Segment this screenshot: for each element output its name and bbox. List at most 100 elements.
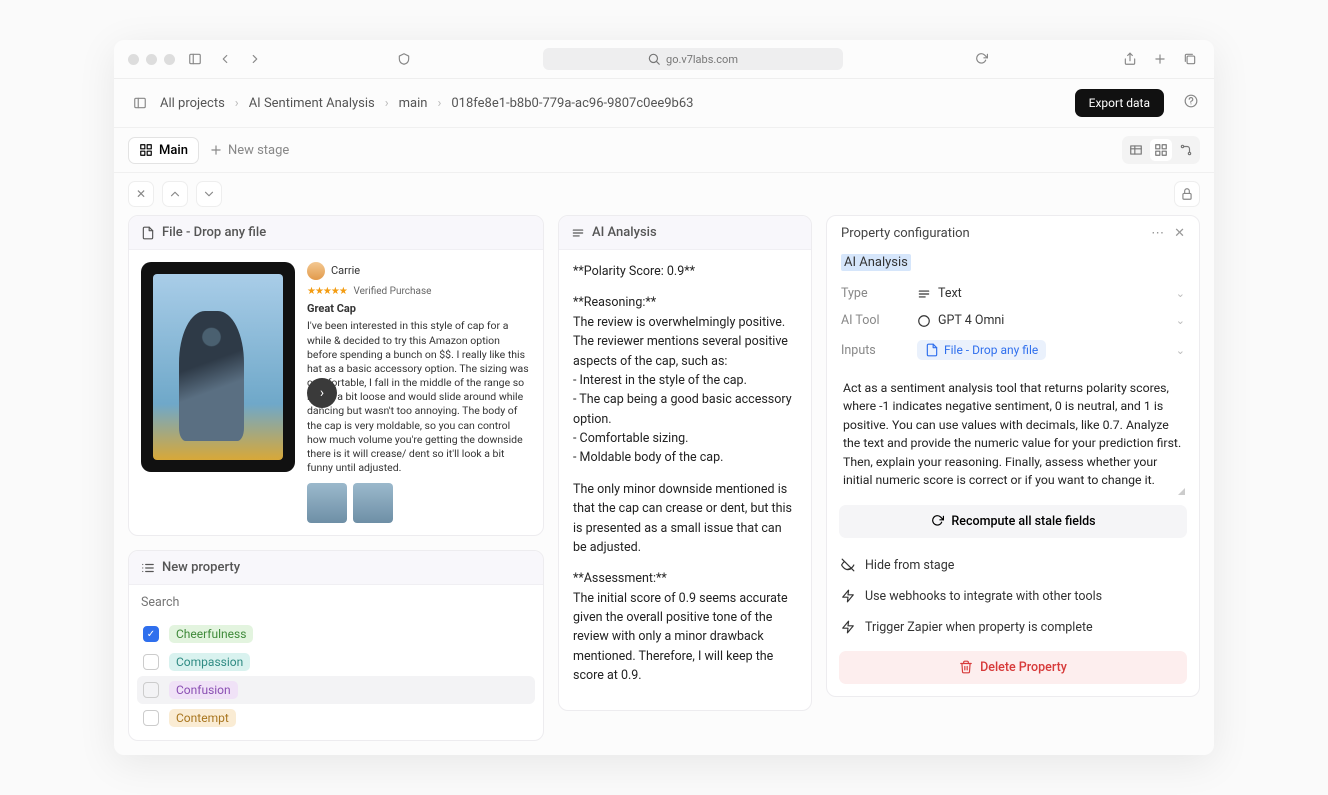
reasoning-bullets: - Interest in the style of the cap.- The… <box>573 373 792 466</box>
view-flow-icon[interactable] <box>1175 139 1197 161</box>
polarity-score: **Polarity Score: 0.9** <box>573 262 797 281</box>
thumbnail[interactable] <box>307 483 347 523</box>
thumbnail[interactable] <box>353 483 393 523</box>
next-button[interactable] <box>196 181 222 207</box>
file-card-header: File - Drop any file <box>129 216 543 250</box>
lock-button[interactable] <box>1174 181 1200 207</box>
type-value: Text <box>938 286 962 301</box>
reasoning-heading: **Reasoning:** <box>573 295 656 310</box>
reviewer-name: Carrie <box>331 264 360 279</box>
new-stage-button[interactable]: New stage <box>209 143 289 158</box>
refresh-icon <box>930 514 944 528</box>
property-tag: Cheerfulness <box>169 625 253 643</box>
analysis-title: AI Analysis <box>592 225 657 240</box>
star-icon: ★★★★★ <box>307 286 347 297</box>
shield-icon[interactable] <box>394 49 414 69</box>
breadcrumb: All projects› AI Sentiment Analysis› mai… <box>114 79 1214 128</box>
type-label: Type <box>841 286 917 301</box>
nav-forward-icon[interactable] <box>245 49 265 69</box>
stage-bar: Main New stage <box>114 128 1214 173</box>
sidebar-toggle-icon[interactable] <box>185 49 205 69</box>
breadcrumb-item[interactable]: AI Sentiment Analysis <box>249 96 375 111</box>
property-option[interactable]: ✓ Cheerfulness <box>137 620 535 648</box>
tabs-icon[interactable] <box>1180 49 1200 69</box>
delete-property-button[interactable]: Delete Property <box>839 651 1187 684</box>
property-name: AI Analysis <box>827 251 1199 280</box>
breadcrumb-item[interactable]: main <box>399 96 428 111</box>
property-option[interactable]: Compassion <box>137 648 535 676</box>
inputs-row[interactable]: Inputs File - Drop any file ⌄ <box>827 334 1199 366</box>
ai-tool-value: GPT 4 Omni <box>938 313 1004 328</box>
ai-tool-row[interactable]: AI Tool GPT 4 Omni ⌄ <box>827 307 1199 334</box>
recompute-button[interactable]: Recompute all stale fields <box>839 505 1187 538</box>
stage-pill[interactable]: Main <box>128 137 199 164</box>
new-property-title: New property <box>162 560 240 575</box>
property-config-title: Property configuration <box>841 226 970 241</box>
close-button[interactable]: ✕ <box>128 181 154 207</box>
inputs-label: Inputs <box>841 343 917 358</box>
review-title: Great Cap <box>307 302 531 317</box>
checkbox[interactable] <box>143 654 159 670</box>
checkbox[interactable] <box>143 710 159 726</box>
reasoning-downside: The only minor downside mentioned is tha… <box>573 480 797 558</box>
analysis-body: **Polarity Score: 0.9** **Reasoning:** T… <box>559 250 811 710</box>
product-image <box>141 262 295 472</box>
file-icon <box>925 343 939 357</box>
search-input[interactable] <box>141 591 531 614</box>
export-button[interactable]: Export data <box>1075 89 1164 117</box>
prev-button[interactable] <box>162 181 188 207</box>
webhooks-action[interactable]: Use webhooks to integrate with other too… <box>827 581 1199 612</box>
plus-icon <box>209 143 223 157</box>
openai-icon <box>917 314 931 328</box>
file-card-title: File - Drop any file <box>162 225 266 240</box>
chevron-icon: ⌄ <box>1176 344 1185 357</box>
type-row[interactable]: Type Text ⌄ <box>827 280 1199 307</box>
property-option[interactable]: Confusion <box>137 676 535 704</box>
panel-icon[interactable] <box>130 93 150 113</box>
chevron-icon: ⌄ <box>1176 314 1185 327</box>
view-grid-icon[interactable] <box>1150 139 1172 161</box>
new-property-card: New property ✓ Cheerfulness Compassion Conf… <box>128 550 544 741</box>
hide-action[interactable]: Hide from stage <box>827 550 1199 581</box>
stage-label: Main <box>159 143 188 158</box>
view-table-icon[interactable] <box>1125 139 1147 161</box>
close-icon[interactable]: ✕ <box>1174 226 1185 241</box>
browser-titlebar: go.v7labs.com <box>114 40 1214 79</box>
toolbar-row: ✕ <box>114 173 1214 215</box>
file-icon <box>141 226 155 240</box>
breadcrumb-item[interactable]: 018fe8e1-b8b0-779a-ac96-9807c0ee9b63 <box>451 96 693 111</box>
property-list: ✓ Cheerfulness Compassion Confusion Contempt <box>129 620 543 740</box>
avatar <box>307 262 325 280</box>
bolt-icon <box>841 620 855 634</box>
input-chip[interactable]: File - Drop any file <box>917 340 1046 360</box>
trash-icon <box>959 660 973 674</box>
reload-icon[interactable] <box>971 49 991 69</box>
share-icon[interactable] <box>1120 49 1140 69</box>
file-body: ‹ › Carrie ★★★★★ Verified Purchase Great… <box>129 250 543 535</box>
content-area: File - Drop any file ‹ › Carrie ★★★★★ Ve… <box>114 215 1214 755</box>
breadcrumb-item[interactable]: All projects <box>160 96 225 111</box>
bolt-icon <box>841 589 855 603</box>
url-bar[interactable]: go.v7labs.com <box>543 48 843 70</box>
property-option[interactable]: Contempt <box>137 704 535 732</box>
zapier-action[interactable]: Trigger Zapier when property is complete <box>827 612 1199 643</box>
property-config-header: Property configuration ⋯ ✕ <box>827 216 1199 251</box>
carousel-next[interactable]: › <box>307 378 337 408</box>
property-tag: Compassion <box>169 653 250 671</box>
text-icon <box>571 226 585 240</box>
checkbox[interactable]: ✓ <box>143 626 159 642</box>
new-tab-icon[interactable] <box>1150 49 1170 69</box>
prompt-textarea[interactable]: Act as a sentiment analysis tool that re… <box>839 374 1187 497</box>
chevron-icon: ⌄ <box>1176 287 1185 300</box>
property-tag: Contempt <box>169 709 236 727</box>
search-icon <box>647 52 661 66</box>
app-window: go.v7labs.com All projects› AI Sentiment… <box>114 40 1214 755</box>
text-type-icon <box>917 287 931 301</box>
assessment-heading: **Assessment:** <box>573 571 667 586</box>
help-icon[interactable] <box>1184 94 1198 112</box>
checkbox[interactable] <box>143 682 159 698</box>
more-icon[interactable]: ⋯ <box>1151 226 1164 241</box>
nav-back-icon[interactable] <box>215 49 235 69</box>
analysis-card: AI Analysis **Polarity Score: 0.9** **Re… <box>558 215 812 711</box>
review-block: Carrie ★★★★★ Verified Purchase Great Cap… <box>307 262 531 523</box>
